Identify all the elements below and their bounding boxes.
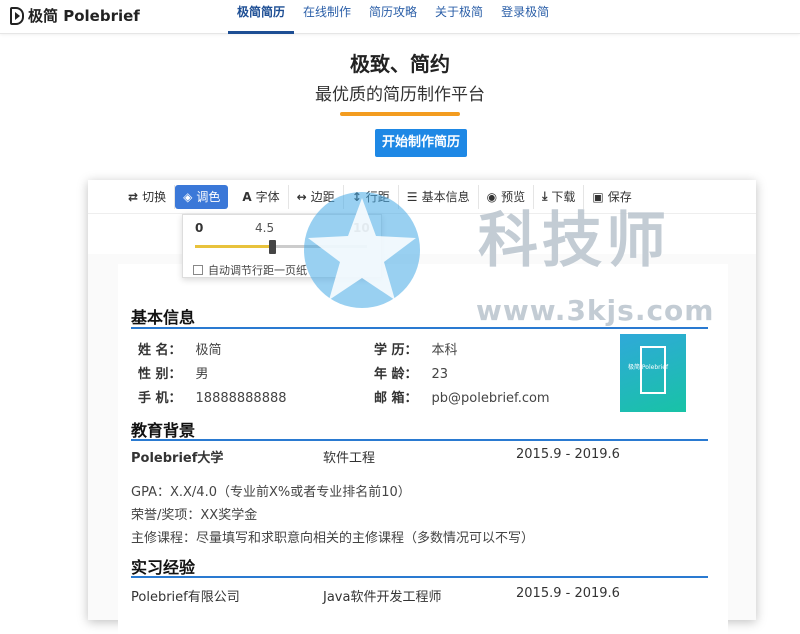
field-education: 学 历： 本科 xyxy=(374,339,458,358)
auto-fit-checkbox[interactable] xyxy=(193,265,203,275)
field-value: 18888888888 xyxy=(195,391,287,406)
education-period: 2015.9 - 2019.6 xyxy=(516,447,620,462)
field-gender: 性 别： 男 xyxy=(138,363,209,382)
line-height-button[interactable]: ↕ 行距 xyxy=(344,184,399,209)
slider-handle[interactable] xyxy=(269,240,277,254)
hero-divider xyxy=(340,112,460,116)
logo-icon xyxy=(10,6,24,25)
field-label: 手 机： xyxy=(138,391,182,406)
field-value: pb@polebrief.com xyxy=(431,391,550,406)
hero-title: 极致、简约 xyxy=(350,52,450,76)
auto-fit-option[interactable]: 自动调节行距一页纸 xyxy=(193,262,307,278)
field-age: 年 龄： 23 xyxy=(374,363,448,382)
line-height-icon: ↕ xyxy=(351,189,362,204)
preview-button[interactable]: ◉ 预览 xyxy=(479,184,535,209)
field-email: 邮 箱： pb@polebrief.com xyxy=(374,387,550,406)
nav-item-login[interactable]: 登录极简 xyxy=(492,0,558,34)
line-spacing-slider[interactable] xyxy=(195,245,367,248)
switch-button[interactable]: ⇄ 切换 xyxy=(120,184,176,209)
section-title-basic: 基本信息 xyxy=(131,308,196,327)
brand-logo[interactable]: 极简 Polebrief xyxy=(10,5,140,26)
field-label: 姓 名： xyxy=(138,343,182,358)
download-button[interactable]: ⤓ 下载 xyxy=(534,184,585,209)
download-label: 下载 xyxy=(551,190,576,204)
eye-icon: ◉ xyxy=(486,189,498,204)
margin-button[interactable]: ↔ 边距 xyxy=(289,184,344,209)
nav-item-online-make[interactable]: 在线制作 xyxy=(294,0,360,34)
field-label: 年 龄： xyxy=(374,367,418,382)
section-title-education: 教育背景 xyxy=(131,421,196,440)
profile-photo[interactable]: 极简 Polebrief xyxy=(620,334,686,412)
swap-icon: ⇄ xyxy=(128,189,139,204)
top-navbar: 极简 Polebrief 极简简历 在线制作 简历攻略 关于极简 登录极简 xyxy=(0,0,800,34)
section-divider xyxy=(131,576,708,578)
preview-label: 预览 xyxy=(501,190,526,204)
save-label: 保存 xyxy=(607,190,632,204)
start-resume-button[interactable]: 开始制作简历 xyxy=(375,129,467,157)
field-name: 姓 名： 极简 xyxy=(138,339,222,358)
company-name: Polebrief有限公司 xyxy=(131,590,240,605)
margin-icon: ↔ xyxy=(296,189,307,204)
list-icon: ☰ xyxy=(406,189,418,204)
internship-period: 2015.9 - 2019.6 xyxy=(516,586,620,601)
field-label: 邮 箱： xyxy=(374,391,418,406)
field-phone: 手 机： 18888888888 xyxy=(138,387,287,406)
slider-fill xyxy=(195,245,273,248)
save-button[interactable]: ▣ 保存 xyxy=(584,185,639,209)
nav-item-guide[interactable]: 简历攻略 xyxy=(360,0,426,34)
hero-subtitle: 最优质的简历制作平台 xyxy=(315,85,485,105)
education-row: Polebrief大学 软件工程 2015.9 - 2019.6 xyxy=(131,447,620,466)
photo-caption: 极简 Polebrief xyxy=(628,364,669,371)
auto-fit-label: 自动调节行距一页纸 xyxy=(208,264,307,277)
color-label: 调色 xyxy=(196,190,221,204)
basic-info-label: 基本信息 xyxy=(421,190,470,204)
field-value: 23 xyxy=(431,367,449,382)
margin-label: 边距 xyxy=(310,190,335,204)
font-icon: A xyxy=(242,189,252,204)
basic-info-button[interactable]: ☰ 基本信息 xyxy=(399,184,479,209)
nav-item-home[interactable]: 极简简历 xyxy=(228,0,295,34)
section-title-internship: 实习经验 xyxy=(131,558,196,577)
education-gpa: GPA：X.X/4.0（专业前X%或者专业排名前10） xyxy=(131,485,411,500)
major: 软件工程 xyxy=(323,451,376,466)
section-divider xyxy=(131,439,708,441)
resume-sheet: 基本信息 姓 名： 极简 学 历： 本科 性 别： 男 年 龄： 23 手 机： 1888… xyxy=(118,264,728,634)
paint-bucket-icon: ◈ xyxy=(183,189,193,204)
save-icon: ▣ xyxy=(592,189,604,204)
main-nav: 极简简历 在线制作 简历攻略 关于极简 登录极简 xyxy=(228,0,558,34)
slider-max-label: 10 xyxy=(353,221,370,235)
education-honors: 荣誉/奖项：XX奖学金 xyxy=(131,508,258,523)
field-value: 男 xyxy=(195,367,209,382)
slider-value-label: 4.5 xyxy=(255,221,275,235)
internship-row: Polebrief有限公司 Java软件开发工程师 2015.9 - 2019.… xyxy=(131,586,620,605)
line-spacing-popover: 0 4.5 10 自动调节行距一页纸 xyxy=(182,214,382,278)
field-value: 极简 xyxy=(195,343,222,358)
line-height-label: 行距 xyxy=(365,190,390,204)
editor-toolbar: ⇄ 切换 ◈ 调色 A 字体 ↔ 边距 ↕ 行距 ☰ 基本信息 ◉ 预览 ⤓ 下 xyxy=(88,180,756,214)
slider-min-label: 0 xyxy=(195,221,204,235)
field-label: 学 历： xyxy=(374,343,418,358)
nav-item-about[interactable]: 关于极简 xyxy=(426,0,492,34)
color-button[interactable]: ◈ 调色 xyxy=(175,184,229,209)
field-label: 性 别： xyxy=(138,367,182,382)
font-label: 字体 xyxy=(255,190,280,204)
field-value: 本科 xyxy=(431,343,458,358)
resume-canvas: 基本信息 姓 名： 极简 学 历： 本科 性 别： 男 年 龄： 23 手 机： 1888… xyxy=(88,254,756,634)
switch-label: 切换 xyxy=(142,190,167,204)
resume-editor: ⇄ 切换 ◈ 调色 A 字体 ↔ 边距 ↕ 行距 ☰ 基本信息 ◉ 预览 ⤓ 下 xyxy=(88,180,756,634)
job-role: Java软件开发工程师 xyxy=(323,590,442,605)
font-button[interactable]: A 字体 xyxy=(234,184,289,209)
download-icon: ⤓ xyxy=(542,189,548,203)
section-divider xyxy=(131,327,708,329)
brand-name: 极简 Polebrief xyxy=(28,7,140,25)
education-courses: 主修课程：尽量填写和求职意向相关的主修课程（多数情况可以不写） xyxy=(131,531,535,546)
school-name: Polebrief大学 xyxy=(131,451,224,466)
